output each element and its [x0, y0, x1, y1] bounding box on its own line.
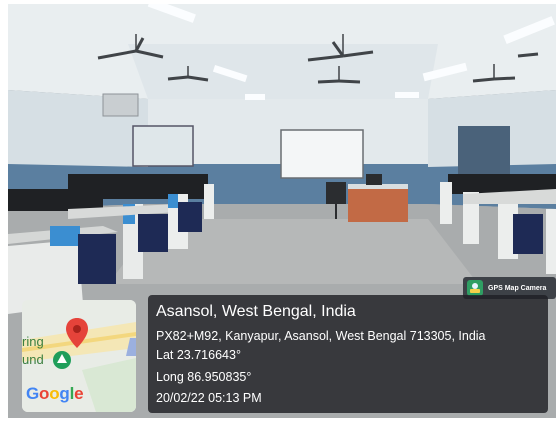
datetime-text: 20/02/22 05:13 PM — [156, 391, 262, 405]
location-info-panel: Asansol, West Bengal, India PX82+M92, Ka… — [148, 295, 548, 413]
location-title: Asansol, West Bengal, India — [156, 303, 356, 320]
badge-label: GPS Map Camera — [488, 284, 547, 292]
address-text: PX82+M92, Kanyapur, Asansol, West Bengal… — [156, 329, 486, 343]
latitude-text: Lat 23.716643° — [156, 348, 241, 362]
map-place-label-1: ring — [22, 334, 44, 349]
longitude-text: Long 86.950835° — [156, 370, 252, 384]
map-place-label-2: und — [22, 352, 44, 367]
location-map-thumbnail: ring und Google — [22, 300, 136, 412]
gps-map-camera-icon — [467, 280, 483, 296]
google-logo: Google — [26, 384, 84, 403]
